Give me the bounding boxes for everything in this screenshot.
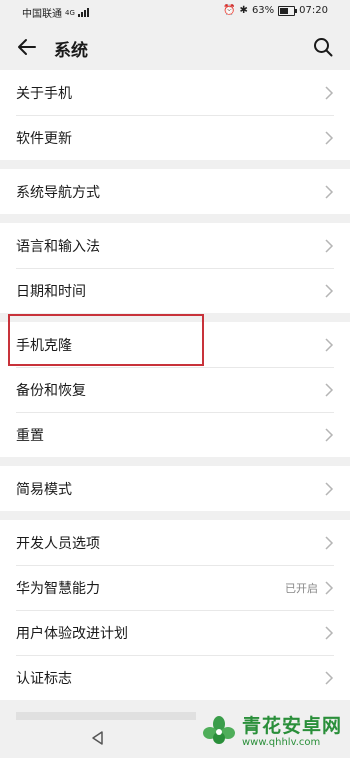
partial-row-strip bbox=[16, 712, 196, 720]
clock: 07:20 bbox=[299, 5, 328, 16]
chevron-right-icon bbox=[325, 671, 334, 685]
page-title: 系统 bbox=[54, 41, 88, 61]
search-icon bbox=[314, 38, 333, 57]
chevron-right-icon bbox=[325, 626, 334, 640]
group-divider bbox=[0, 511, 350, 520]
settings-row[interactable]: 开发人员选项 bbox=[0, 520, 350, 565]
group-divider bbox=[0, 160, 350, 169]
search-button[interactable] bbox=[310, 34, 336, 60]
settings-row-label: 关于手机 bbox=[16, 85, 72, 102]
settings-row[interactable]: 华为智慧能力 已开启 bbox=[0, 565, 350, 610]
highlight-box bbox=[8, 314, 204, 366]
settings-row-label: 重置 bbox=[16, 427, 44, 444]
chevron-right-icon bbox=[325, 185, 334, 199]
watermark-url: www.qhhlv.com bbox=[241, 737, 321, 748]
chevron-right-icon bbox=[325, 581, 334, 595]
status-bar: 中国联通 4G ⏰ ✱ 63% 07:20 bbox=[0, 0, 350, 24]
arrow-left-icon bbox=[18, 39, 36, 55]
chevron-right-icon bbox=[325, 383, 334, 397]
settings-row-label: 华为智慧能力 bbox=[16, 580, 100, 597]
settings-row[interactable]: 系统导航方式 bbox=[0, 169, 350, 214]
settings-row-label: 用户体验改进计划 bbox=[16, 625, 128, 642]
settings-row[interactable]: 用户体验改进计划 bbox=[0, 610, 350, 655]
nav-back-button[interactable] bbox=[90, 730, 106, 750]
alarm-icon: ⏰ bbox=[223, 5, 236, 16]
bluetooth-icon: ✱ bbox=[239, 5, 248, 16]
flower-logo-icon bbox=[202, 716, 235, 744]
chevron-right-icon bbox=[325, 536, 334, 550]
chevron-right-icon bbox=[325, 284, 334, 298]
settings-row-label: 备份和恢复 bbox=[16, 382, 86, 399]
settings-row[interactable]: 重置 bbox=[0, 412, 350, 457]
chevron-right-icon bbox=[325, 338, 334, 352]
watermark-title: 青花安卓网 bbox=[241, 715, 342, 737]
settings-row-label: 日期和时间 bbox=[16, 283, 86, 300]
triangle-back-icon bbox=[92, 731, 103, 745]
watermark: 青花安卓网 www.qhhlv.com bbox=[201, 714, 342, 750]
settings-row-label: 认证标志 bbox=[16, 670, 72, 687]
settings-row[interactable]: 语言和输入法 bbox=[0, 223, 350, 268]
settings-group: 开发人员选项 华为智慧能力 已开启用户体验改进计划 认证标志 bbox=[0, 520, 350, 700]
chevron-right-icon bbox=[325, 428, 334, 442]
settings-row-label: 语言和输入法 bbox=[16, 238, 100, 255]
settings-list: 关于手机 软件更新 系统导航方式 语言和输入法 日期和时间 手机克隆 备份和恢复 重置 简易模式… bbox=[0, 70, 350, 700]
settings-group: 系统导航方式 bbox=[0, 169, 350, 214]
back-button[interactable] bbox=[14, 34, 40, 60]
settings-group: 语言和输入法 日期和时间 bbox=[0, 223, 350, 313]
chevron-right-icon bbox=[325, 131, 334, 145]
settings-row[interactable]: 日期和时间 bbox=[0, 268, 350, 313]
chevron-right-icon bbox=[325, 482, 334, 496]
carrier-name: 中国联通 bbox=[22, 9, 62, 20]
settings-row-label: 开发人员选项 bbox=[16, 535, 100, 552]
settings-row[interactable]: 软件更新 bbox=[0, 115, 350, 160]
settings-row-label: 简易模式 bbox=[16, 481, 72, 498]
signal-icon bbox=[77, 8, 89, 17]
settings-row[interactable]: 认证标志 bbox=[0, 655, 350, 700]
app-bar: 系统 bbox=[0, 24, 350, 70]
network-type: 4G bbox=[65, 8, 75, 17]
settings-row-value: 已开启 bbox=[285, 581, 318, 595]
settings-row[interactable]: 备份和恢复 bbox=[0, 367, 350, 412]
settings-group: 简易模式 bbox=[0, 466, 350, 511]
chevron-right-icon bbox=[325, 239, 334, 253]
group-divider bbox=[0, 457, 350, 466]
settings-row-label: 软件更新 bbox=[16, 130, 72, 147]
group-divider bbox=[0, 214, 350, 223]
settings-row[interactable]: 简易模式 bbox=[0, 466, 350, 511]
chevron-right-icon bbox=[325, 86, 334, 100]
settings-row[interactable]: 关于手机 bbox=[0, 70, 350, 115]
settings-row-label: 系统导航方式 bbox=[16, 184, 100, 201]
settings-group: 关于手机 软件更新 bbox=[0, 70, 350, 160]
battery-icon bbox=[278, 5, 298, 16]
battery-percent: 63% bbox=[251, 5, 275, 16]
